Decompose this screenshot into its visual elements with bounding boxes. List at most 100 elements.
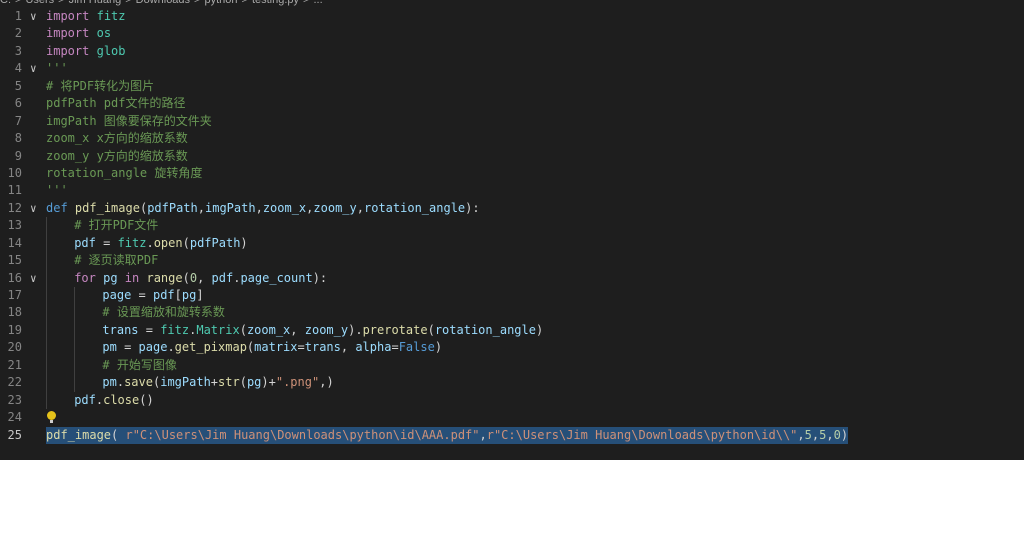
code-token: 0 — [189, 270, 198, 285]
code-line[interactable]: 11 ''' — [0, 182, 1024, 199]
code-line[interactable]: 9 zoom_y y方向的缩放系数 — [0, 148, 1024, 165]
code-line[interactable]: 19 trans = fitz.Matrix(zoom_x, zoom_y).pr… — [0, 321, 1024, 340]
code-text[interactable]: # 将PDF转化为图片 — [46, 78, 154, 95]
code-text[interactable]: pdfPath pdf文件的路径 — [46, 95, 185, 112]
code-line[interactable]: 5 # 将PDF转化为图片 — [0, 78, 1024, 95]
code-line[interactable]: 3 import glob — [0, 43, 1024, 60]
code-line[interactable]: 8 zoom_x x方向的缩放系数 — [0, 130, 1024, 147]
code-token: ( — [239, 375, 247, 390]
line-number: 20 — [7, 340, 22, 355]
code-token: pm — [102, 340, 117, 355]
breadcrumb-item[interactable]: python — [204, 0, 237, 6]
code-text[interactable]: pdf.close() — [74, 392, 154, 409]
line-number: 23 — [7, 392, 22, 407]
code-token: zoom_y — [313, 200, 357, 215]
code-text[interactable]: trans = fitz.Matrix(zoom_x, zoom_y).prer… — [102, 322, 543, 339]
code-text[interactable]: zoom_x x方向的缩放系数 — [46, 130, 188, 147]
code-line[interactable]: 24 — [0, 409, 1024, 426]
breadcrumb-item[interactable]: Users — [25, 0, 54, 6]
code-line[interactable]: 14 pdf = fitz.open(pdfPath) — [0, 234, 1024, 253]
code-text[interactable]: for pg in range(0, pdf.page_count): — [74, 270, 327, 287]
code-text[interactable]: import fitz — [46, 8, 126, 25]
code-text[interactable]: imgPath 图像要保存的文件夹 — [46, 113, 212, 130]
code-text[interactable]: zoom_y y方向的缩放系数 — [46, 148, 188, 165]
code-token: ) — [535, 322, 544, 337]
code-line[interactable]: 15 # 逐页读取PDF — [0, 252, 1024, 270]
fold-chevron-icon[interactable]: ∨ — [30, 8, 42, 25]
code-line[interactable]: 1 ∨ import fitz — [0, 8, 1024, 25]
code-token: close — [103, 392, 140, 407]
breadcrumb-item[interactable]: C: — [0, 0, 11, 6]
code-text[interactable]: pdf_image( r"C:\Users\Jim Huang\Download… — [46, 426, 849, 444]
code-line[interactable]: 2 import os — [0, 25, 1024, 42]
breadcrumb-item[interactable]: Jim Huang — [69, 0, 122, 6]
line-number: 15 — [7, 253, 22, 268]
code-text[interactable]: import os — [46, 25, 111, 42]
code-line[interactable]: 16 ∨ for pg in range(0, pdf.page_count): — [0, 269, 1024, 287]
indent-guide — [46, 339, 47, 357]
lightbulb-icon[interactable] — [47, 411, 56, 424]
code-token: rotation_angle — [434, 322, 536, 337]
code-token: range — [146, 270, 183, 285]
code-line[interactable]: 6 pdfPath pdf文件的路径 — [0, 95, 1024, 112]
code-token: , — [797, 427, 805, 442]
code-line[interactable]: 4 ∨ ''' — [0, 60, 1024, 77]
fold-chevron-icon[interactable]: ∨ — [30, 200, 42, 217]
code-line[interactable]: 12 ∨ def pdf_image(pdfPath,imgPath,zoom_x,… — [0, 200, 1024, 217]
code-text[interactable]: import glob — [46, 43, 126, 60]
code-token: pdf — [74, 235, 96, 250]
code-line[interactable]: 20 pm = page.get_pixmap(matrix=trans, alp… — [0, 339, 1024, 357]
code-text[interactable]: ''' — [46, 60, 68, 77]
code-line[interactable]: 10 rotation_angle 旋转角度 — [0, 165, 1024, 182]
line-number: 11 — [7, 183, 22, 198]
code-text[interactable]: pm = page.get_pixmap(matrix=trans, alpha… — [102, 339, 442, 356]
breadcrumb[interactable]: C: > Users > Jim Huang > Downloads > python > test… — [0, 0, 327, 6]
code-line[interactable]: 13 # 打开PDF文件 — [0, 217, 1024, 235]
code-line[interactable]: 18 # 设置缩放和旋转系数 — [0, 304, 1024, 322]
breadcrumb-item[interactable]: Downloads — [136, 0, 190, 6]
line-number: 4 — [14, 61, 22, 76]
code-token: imgPath — [205, 200, 256, 215]
code-text[interactable]: rotation_angle 旋转角度 — [46, 165, 202, 182]
code-line[interactable]: 23 pdf.close() — [0, 391, 1024, 410]
code-token: matrix — [254, 340, 298, 355]
breadcrumb-item[interactable]: ... — [313, 0, 322, 6]
code-token: , — [197, 200, 205, 215]
code-text[interactable]: # 设置缩放和旋转系数 — [102, 304, 224, 321]
line-number: 22 — [7, 375, 22, 390]
code-line[interactable]: 7 imgPath 图像要保存的文件夹 — [0, 113, 1024, 130]
code-token: , — [340, 340, 356, 355]
code-token: ''' — [46, 183, 68, 198]
code-token: # 设置缩放和旋转系数 — [102, 305, 225, 320]
indent-guide — [46, 391, 47, 410]
code-text[interactable]: # 打开PDF文件 — [74, 217, 158, 234]
code-token: zoom_y y方向的缩放系数 — [46, 148, 188, 163]
code-token: import — [46, 26, 90, 41]
code-token: rotation_angle — [364, 200, 466, 215]
code-text[interactable]: def pdf_image(pdfPath,imgPath,zoom_x,zoo… — [46, 200, 480, 217]
code-lines[interactable]: 1 ∨ import fitz 2 import os 3 import glob 4 ∨ '''… — [0, 8, 1024, 444]
code-token: imgPath — [160, 375, 211, 390]
code-token: Matrix — [196, 322, 240, 337]
breadcrumb-item[interactable]: testing.py — [252, 0, 299, 6]
code-line[interactable]: 21 # 开始写图像 — [0, 356, 1024, 375]
code-token: os — [96, 26, 112, 41]
code-token: ".png" — [275, 375, 320, 390]
fold-chevron-icon[interactable]: ∨ — [30, 60, 42, 77]
breadcrumb-separator: > — [15, 0, 22, 6]
fold-chevron-icon[interactable]: ∨ — [30, 270, 42, 287]
code-line[interactable]: 22 pm.save(imgPath+str(pg)+".png",) — [0, 374, 1024, 392]
code-line[interactable]: 17 page = pdf[pg] — [0, 287, 1024, 305]
code-line[interactable]: 25 pdf_image( r"C:\Users\Jim Huang\Downlo… — [0, 426, 1024, 444]
code-token: prerotate — [362, 322, 428, 337]
code-token: # 逐页读取PDF — [74, 253, 159, 268]
code-token: . — [167, 340, 175, 355]
code-text[interactable]: # 开始写图像 — [102, 357, 176, 374]
code-editor[interactable]: C: > Users > Jim Huang > Downloads > python > test… — [0, 0, 1024, 460]
code-text[interactable]: # 逐页读取PDF — [74, 252, 158, 269]
code-text[interactable]: page = pdf[pg] — [102, 287, 203, 304]
line-number: 12 — [7, 200, 22, 215]
code-text[interactable]: pdf = fitz.open(pdfPath) — [74, 235, 247, 252]
code-text[interactable]: ''' — [46, 182, 68, 199]
code-text[interactable]: pm.save(imgPath+str(pg)+".png",) — [102, 374, 333, 391]
